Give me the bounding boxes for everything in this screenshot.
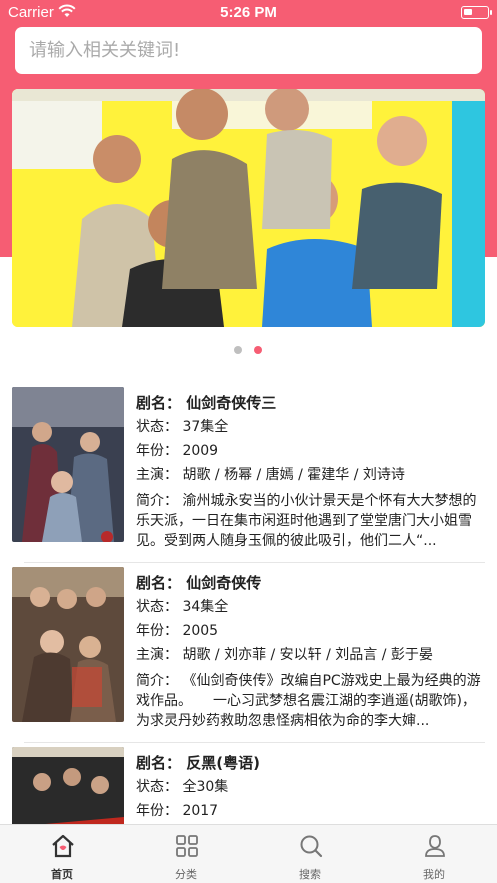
tab-category[interactable]: 分类	[124, 825, 248, 883]
poster-image	[12, 387, 124, 542]
tab-label: 我的	[423, 868, 445, 881]
item-summary: 简介： 渝州城永安当的小伙计景天是个怀有大大梦想的乐天派，一日在集市闲逛时他遇到…	[136, 493, 477, 549]
carousel-indicator	[0, 346, 497, 356]
item-cast: 主演： 胡歌 / 杨幂 / 唐嫣 / 霍建华 / 刘诗诗	[136, 467, 405, 483]
item-info: 剧名： 反黑(粤语) 状态： 全30集 年份： 2017	[136, 751, 486, 823]
item-status: 状态： 34集全	[136, 599, 229, 615]
carousel-dot-2-active[interactable]	[254, 346, 262, 354]
item-title: 剧名： 仙剑奇侠传三	[136, 394, 277, 412]
item-title: 剧名： 反黑(粤语)	[136, 754, 260, 772]
drama-list: 剧名： 仙剑奇侠传三 状态： 37集全 年份： 2009 主演： 胡歌 / 杨幂…	[0, 385, 497, 883]
item-info: 剧名： 仙剑奇侠传 状态： 34集全 年份： 2005 主演： 胡歌 / 刘亦菲…	[136, 571, 486, 731]
list-item[interactable]: 剧名： 仙剑奇侠传 状态： 34集全 年份： 2005 主演： 胡歌 / 刘亦菲…	[0, 565, 497, 745]
home-icon	[52, 834, 74, 858]
tab-label: 搜索	[299, 868, 321, 881]
item-cast: 主演： 胡歌 / 刘亦菲 / 安以轩 / 刘品言 / 彭于晏	[136, 647, 433, 663]
item-divider	[24, 562, 485, 563]
grid-icon	[176, 835, 198, 857]
poster-image	[12, 567, 124, 722]
item-year: 年份： 2005	[136, 623, 219, 639]
search-input[interactable]	[29, 40, 468, 61]
tab-label: 首页	[51, 868, 73, 881]
tab-label: 分类	[175, 868, 197, 881]
banner-image	[12, 89, 485, 327]
status-bar: Carrier 5:26 PM	[0, 0, 497, 26]
item-status: 状态： 37集全	[136, 419, 229, 435]
search-bar[interactable]	[15, 27, 482, 74]
tab-home[interactable]: 首页	[0, 825, 124, 883]
banner-carousel[interactable]	[12, 89, 485, 327]
carousel-dot-1[interactable]	[234, 346, 242, 354]
status-time: 5:26 PM	[220, 4, 277, 21]
tab-search[interactable]: 搜索	[248, 825, 372, 883]
battery-icon	[461, 6, 492, 19]
user-icon	[425, 835, 445, 857]
search-icon	[300, 835, 323, 858]
tab-profile[interactable]: 我的	[372, 825, 496, 883]
item-title: 剧名： 仙剑奇侠传	[136, 574, 262, 592]
item-summary: 简介： 《仙剑奇侠传》改编自PC游戏史上最为经典的游戏作品。 一心习武梦想名震江…	[136, 673, 481, 729]
item-info: 剧名： 仙剑奇侠传三 状态： 37集全 年份： 2009 主演： 胡歌 / 杨幂…	[136, 391, 486, 551]
item-year: 年份： 2009	[136, 443, 219, 459]
item-year: 年份： 2017	[136, 803, 219, 819]
item-status: 状态： 全30集	[136, 779, 229, 795]
tab-bar: 首页 分类 搜索 我的	[0, 824, 497, 883]
list-item[interactable]: 剧名： 仙剑奇侠传三 状态： 37集全 年份： 2009 主演： 胡歌 / 杨幂…	[0, 385, 497, 565]
item-divider	[24, 742, 485, 743]
